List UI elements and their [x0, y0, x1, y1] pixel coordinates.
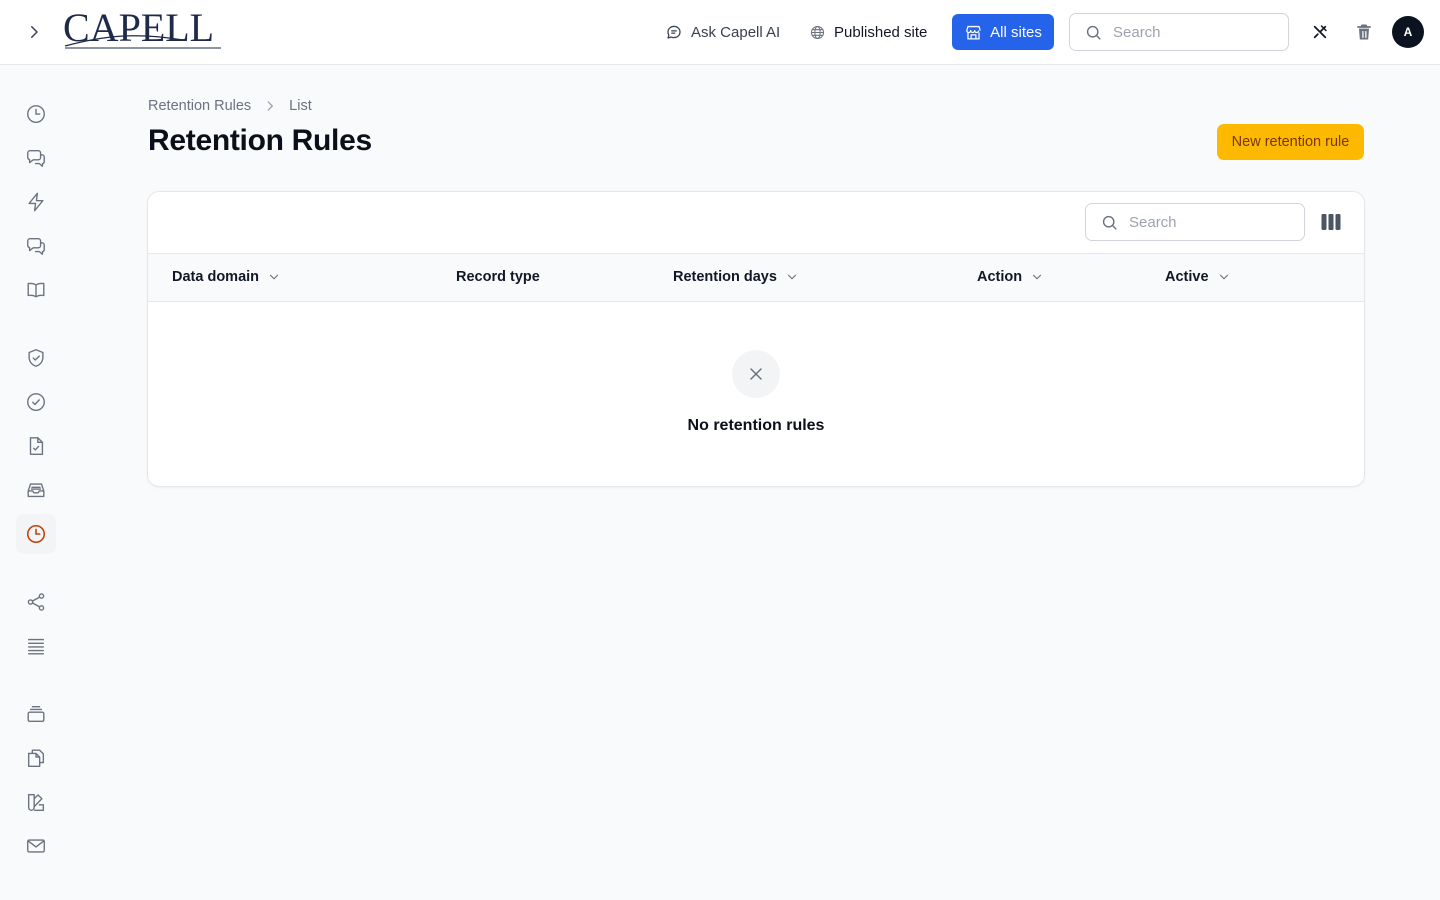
tools-button[interactable] — [1308, 20, 1332, 44]
column-header-active[interactable]: Active — [1165, 269, 1231, 285]
empty-state-icon — [732, 350, 780, 398]
inbox-icon — [27, 483, 45, 498]
page-title: Retention Rules — [148, 124, 372, 157]
breadcrumb-retention-rules[interactable]: Retention Rules — [148, 98, 251, 114]
clock-icon — [26, 524, 46, 544]
shield-check-icon — [28, 349, 44, 367]
copy-icon — [27, 749, 45, 767]
sidebar-item-history[interactable] — [16, 94, 56, 134]
column-header-data-domain[interactable]: Data domain — [172, 269, 281, 285]
sidebar-item-logs[interactable] — [16, 626, 56, 666]
column-header-record-type: Record type — [456, 269, 540, 285]
all-sites-button[interactable]: All sites — [952, 14, 1054, 50]
columns-icon — [1321, 214, 1341, 230]
sidebar-item-security[interactable] — [16, 338, 56, 378]
chevron-down-icon — [787, 274, 797, 280]
trash-button[interactable] — [1352, 20, 1376, 44]
book-icon — [27, 282, 45, 298]
retention-rules-table: Data domain Record type Retention days A… — [147, 191, 1365, 487]
wrench-screwdriver-icon — [1313, 25, 1327, 39]
top-bar: CAPELL Ask Capell AI Published site All … — [0, 0, 1440, 65]
sidebar-item-conversations[interactable] — [16, 138, 56, 178]
lightning-icon — [28, 192, 44, 212]
list-icon — [27, 638, 45, 655]
all-sites-label: All sites — [990, 23, 1042, 41]
global-search[interactable] — [1069, 13, 1289, 51]
sidebar-item-integrations[interactable] — [16, 582, 56, 622]
published-site-label: Published site — [834, 23, 928, 41]
chevron-right-icon — [31, 26, 38, 38]
sidebar-item-templates[interactable] — [16, 738, 56, 778]
table-search-input[interactable] — [1129, 213, 1279, 231]
swatch-icon — [27, 793, 45, 811]
sidebar-item-documents[interactable] — [16, 426, 56, 466]
chevron-down-icon — [1033, 274, 1042, 280]
chevron-right-icon — [267, 101, 274, 111]
sidebar-item-automations[interactable] — [16, 182, 56, 222]
column-label: Retention days — [673, 269, 777, 285]
chat-bubbles-icon — [27, 237, 45, 255]
expand-sidebar-button[interactable] — [20, 18, 48, 46]
x-mark-icon — [750, 368, 762, 380]
column-label: Action — [977, 269, 1023, 285]
user-avatar[interactable]: A — [1392, 16, 1424, 48]
sidebar-item-inbox[interactable] — [16, 470, 56, 510]
chat-bubble-icon — [667, 25, 681, 39]
new-retention-rule-button[interactable]: New retention rule — [1217, 124, 1364, 160]
stack-icon — [27, 705, 45, 723]
sidebar-item-retention-rules[interactable] — [16, 514, 56, 554]
column-header-retention-days[interactable]: Retention days — [673, 269, 799, 285]
toggle-columns-button[interactable] — [1319, 211, 1343, 233]
column-label: Data domain — [172, 269, 260, 285]
sidebar-item-knowledge[interactable] — [16, 270, 56, 310]
sidebar-item-approvals[interactable] — [16, 382, 56, 422]
check-circle-icon — [27, 393, 45, 411]
column-label: Record type — [456, 269, 540, 285]
table-search[interactable] — [1085, 203, 1305, 241]
global-search-input[interactable] — [1113, 23, 1263, 41]
document-check-icon — [29, 437, 44, 455]
table-header: Data domain Record type Retention days A… — [148, 253, 1364, 302]
sidebar-item-email[interactable] — [16, 826, 56, 866]
logo-swoosh-icon — [64, 35, 221, 49]
published-site-link[interactable]: Published site — [809, 20, 927, 44]
storefront-icon — [966, 25, 981, 39]
search-icon — [1086, 25, 1101, 40]
globe-icon — [810, 25, 825, 39]
chevron-down-icon — [269, 274, 279, 280]
envelope-icon — [27, 839, 45, 853]
ask-ai-label: Ask Capell AI — [691, 23, 781, 41]
breadcrumb: Retention Rules List — [148, 97, 312, 115]
column-header-action[interactable]: Action — [977, 269, 1044, 285]
chevron-down-icon — [1219, 274, 1228, 280]
breadcrumb-list: List — [289, 98, 312, 114]
share-icon — [27, 593, 45, 611]
chat-bubbles-icon — [27, 149, 45, 167]
brand-logo[interactable]: CAPELL — [63, 6, 223, 52]
empty-state-text: No retention rules — [687, 417, 825, 434]
search-icon — [1102, 215, 1117, 230]
sidebar-item-themes[interactable] — [16, 782, 56, 822]
trash-icon — [1357, 24, 1371, 40]
column-label: Active — [1165, 269, 1209, 285]
sidebar-item-storage[interactable] — [16, 694, 56, 734]
ask-ai-link[interactable]: Ask Capell AI — [665, 20, 780, 44]
sidebar-item-messages[interactable] — [16, 226, 56, 266]
clock-icon — [27, 105, 45, 123]
